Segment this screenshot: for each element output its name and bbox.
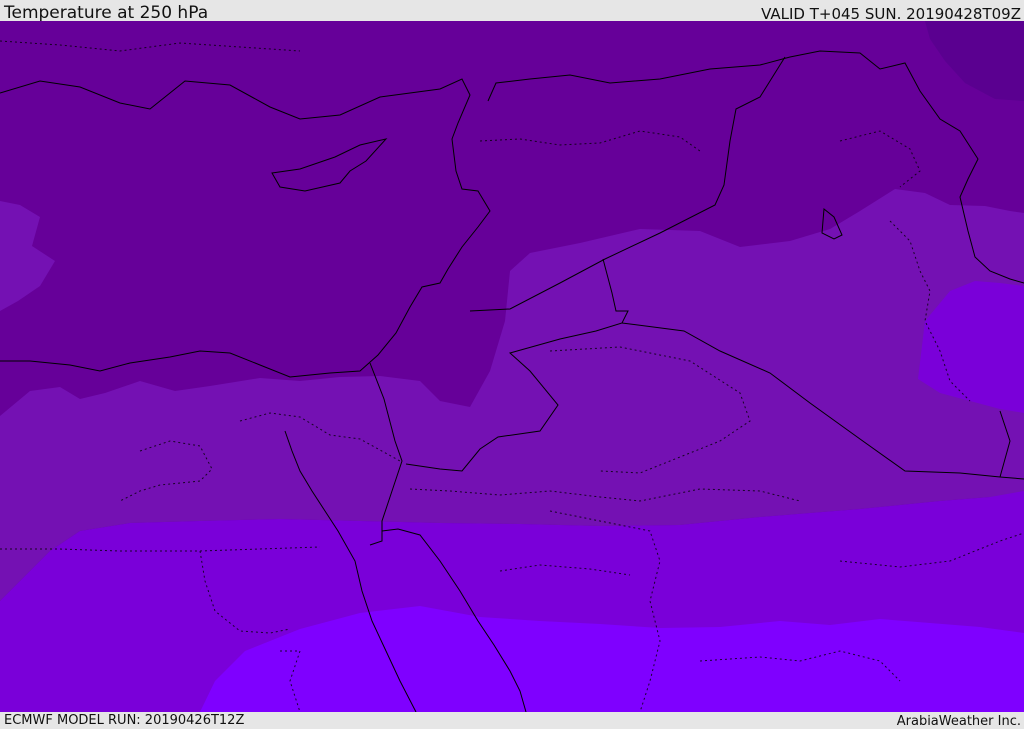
map-header: Temperature at 250 hPa VALID T+045 SUN. … <box>0 0 1024 21</box>
forecast-map-page: Temperature at 250 hPa VALID T+045 SUN. … <box>0 0 1024 729</box>
model-run-label: ECMWF MODEL RUN: 20190426T12Z <box>4 713 245 728</box>
temperature-map[interactable] <box>0 21 1024 712</box>
map-footer: ECMWF MODEL RUN: 20190426T12Z ArabiaWeat… <box>0 712 1024 729</box>
map-canvas <box>0 21 1024 712</box>
map-title: Temperature at 250 hPa <box>4 3 209 21</box>
valid-time-label: VALID T+045 SUN. 20190428T09Z <box>761 5 1021 21</box>
credit-label: ArabiaWeather Inc. <box>896 714 1021 729</box>
